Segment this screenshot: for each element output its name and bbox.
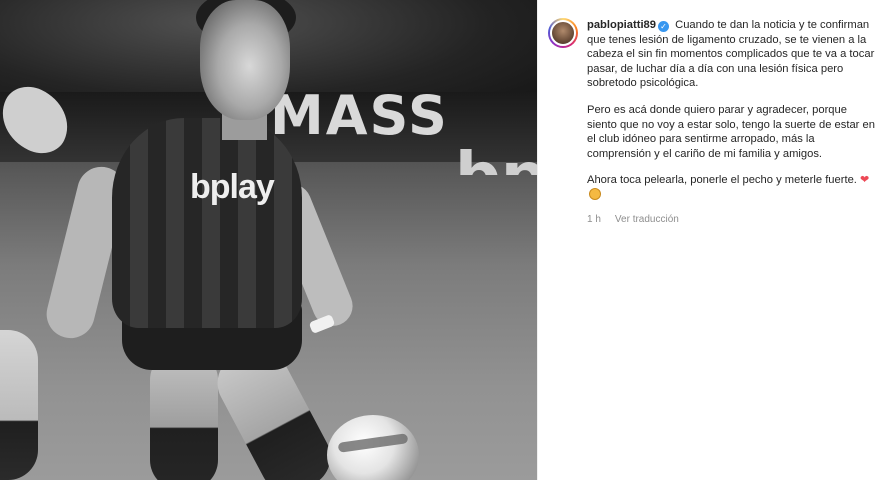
caption: pablopiatti89 ✓ Cuando te dan la noticia …: [587, 18, 878, 227]
player-head: [200, 0, 290, 120]
caption-row: pablopiatti89 ✓ Cuando te dan la noticia …: [548, 18, 878, 227]
opponent-hand: [0, 78, 80, 162]
avatar[interactable]: [548, 18, 578, 48]
caption-paragraph-2: Pero es acá donde quiero parar y agradec…: [587, 103, 875, 160]
instagram-post: MASS bp bplay pablopiatti89: [0, 0, 887, 480]
username-link[interactable]: pablopiatti89: [587, 19, 656, 31]
heart-icon: ❤: [860, 174, 870, 187]
caption-paragraph-3: Ahora toca pelearla, ponerle el pecho y …: [587, 173, 878, 202]
player-figure: bplay: [0, 0, 537, 480]
emoji-face-icon: [589, 187, 601, 200]
time-ago[interactable]: 1 h: [587, 213, 601, 228]
post-photo[interactable]: MASS bp bplay: [0, 0, 537, 480]
caption-panel: pablopiatti89 ✓ Cuando te dan la noticia …: [537, 0, 887, 480]
avatar-image: [550, 20, 576, 46]
translate-link[interactable]: Ver traducción: [615, 213, 679, 228]
wristband: [308, 313, 336, 335]
opponent-leg: [0, 330, 38, 480]
verified-icon: ✓: [658, 21, 669, 32]
caption-text-3: Ahora toca pelearla, ponerle el pecho y …: [587, 174, 857, 187]
player-shirt: [112, 118, 302, 328]
shirt-sponsor: bplay: [190, 168, 275, 206]
caption-paragraph-1: pablopiatti89 ✓ Cuando te dan la noticia …: [587, 18, 878, 91]
post-meta: 1 h Ver traducción: [587, 213, 878, 228]
